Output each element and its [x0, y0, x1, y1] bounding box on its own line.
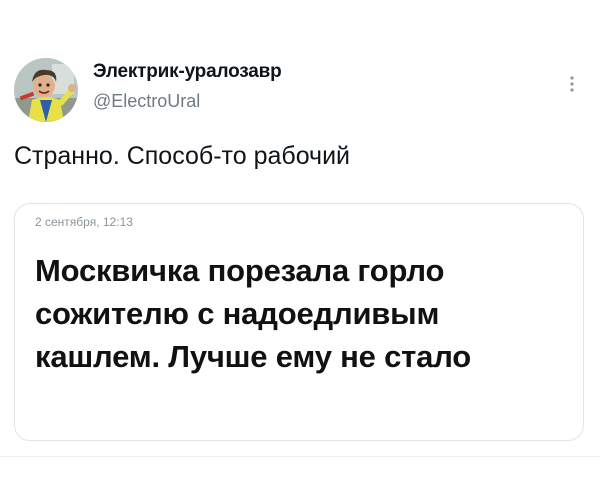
author-avatar[interactable] [14, 58, 78, 122]
author-name[interactable]: Электрик-уралозавр [93, 61, 282, 83]
author-handle[interactable]: @ElectroUral [93, 91, 200, 112]
vertical-ellipsis-icon [570, 76, 574, 92]
card-date: 2 сентября, 12:13 [35, 215, 133, 229]
card-headline: Москвичка порезала горло сожителю с надо… [35, 253, 472, 374]
embedded-news-card[interactable]: 2 сентября, 12:13 Москвичка порезала гор… [14, 203, 584, 441]
divider [0, 456, 600, 457]
more-options-button[interactable] [558, 70, 586, 98]
tweet-text: Странно. Способ-то рабочий [14, 142, 350, 170]
tweet: Электрик-уралозавр @ElectroUral Странно.… [0, 0, 600, 503]
avatar-image [14, 58, 78, 122]
